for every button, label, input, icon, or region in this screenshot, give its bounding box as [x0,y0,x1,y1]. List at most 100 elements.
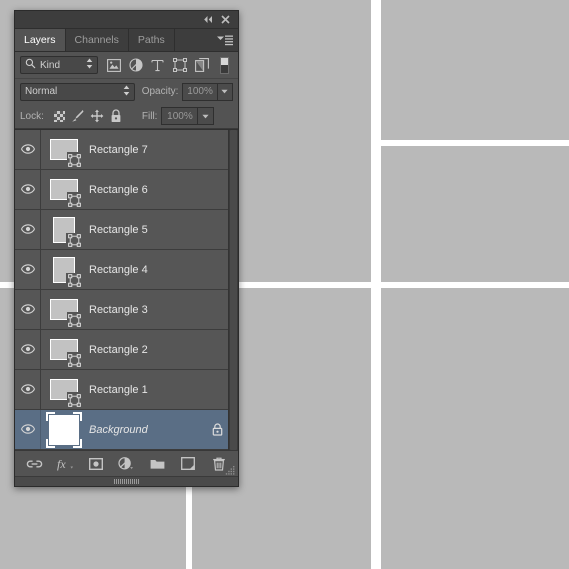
new-layer-icon[interactable] [177,454,199,474]
layer-style-fx-icon[interactable]: fx [54,454,76,474]
type-layer-filter-icon[interactable] [147,55,168,75]
panel-tabstrip[interactable]: Layers Channels Paths [15,29,238,52]
layer-row[interactable]: Rectangle 3 [15,290,228,330]
layer-filter-row[interactable]: Kind [15,52,238,79]
stepper-arrows-icon[interactable] [123,85,130,99]
new-adjustment-layer-icon[interactable] [115,454,137,474]
layer-name[interactable]: Rectangle 3 [87,304,206,316]
layer-name[interactable]: Rectangle 4 [87,264,206,276]
blend-opacity-row[interactable]: Normal Opacity: 100% [15,79,238,104]
layer-visibility-toggle[interactable] [15,250,41,289]
panel-resize-grip[interactable] [225,463,235,475]
layer-row[interactable]: Rectangle 1 [15,370,228,410]
layer-thumbnail-cell[interactable] [41,174,87,207]
tab-label: Channels [74,34,119,46]
filter-kind-label: Kind [40,59,61,71]
layer-visibility-toggle[interactable] [15,410,41,449]
layer-row[interactable]: Rectangle 2 [15,330,228,370]
layer-thumbnail-cell[interactable] [41,294,87,327]
panel-bottom-resize-bar[interactable] [15,476,238,486]
layer-list-scrollbar[interactable] [228,130,238,450]
layer-thumbnail-cell[interactable] [41,374,87,407]
layer-visibility-toggle[interactable] [15,330,41,369]
layer-name[interactable]: Rectangle 7 [87,144,206,156]
layer-thumbnail[interactable] [46,411,82,448]
blend-mode-select[interactable]: Normal [20,82,135,101]
canvas-rectangle[interactable] [381,0,569,140]
opacity-input[interactable]: 100% [182,82,217,101]
vector-mask-badge-icon [68,233,81,247]
layers-panel-footer[interactable]: fx [15,450,238,476]
layer-name[interactable]: Rectangle 6 [87,184,206,196]
stepper-arrows-icon[interactable] [86,58,93,72]
filter-type-icons[interactable] [103,55,212,75]
fill-input[interactable]: 100% [161,107,198,125]
layer-thumbnail-cell[interactable] [41,411,87,448]
layer-thumbnail[interactable] [48,214,81,247]
lock-transparent-pixels-icon[interactable] [50,107,69,125]
tab-label: Paths [137,34,165,46]
layer-visibility-toggle[interactable] [15,370,41,409]
tab-label: Layers [24,34,56,46]
layer-thumbnail-cell[interactable] [41,334,87,367]
eye-icon [20,221,35,239]
layer-lock-icon[interactable] [206,423,228,436]
lock-position-icon[interactable] [88,107,107,125]
layer-thumbnail-cell[interactable] [41,214,87,247]
layer-thumbnail[interactable] [48,374,81,407]
layer-row[interactable]: Rectangle 4 [15,250,228,290]
tab-paths[interactable]: Paths [129,29,175,51]
opacity-value: 100% [187,86,213,97]
layer-row[interactable]: Rectangle 6 [15,170,228,210]
lock-all-icon[interactable] [107,107,126,125]
canvas-rectangle[interactable] [381,288,569,569]
svg-text:fx: fx [57,457,66,471]
layer-thumbnail-cell[interactable] [41,134,87,167]
layer-thumbnail[interactable] [48,294,81,327]
collapse-icon[interactable] [201,13,215,26]
layer-name[interactable]: Rectangle 2 [87,344,206,356]
layer-name[interactable]: Rectangle 1 [87,384,206,396]
layers-panel[interactable]: Layers Channels Paths Kind Normal Opacit… [14,10,239,487]
adjustment-layer-filter-icon[interactable] [125,55,146,75]
layer-thumbnail-cell[interactable] [41,254,87,287]
opacity-dropdown-icon[interactable] [216,82,233,101]
fill-dropdown-icon[interactable] [197,107,215,125]
layer-visibility-toggle[interactable] [15,130,41,169]
layer-thumbnail[interactable] [48,174,81,207]
eye-icon [20,381,35,399]
eye-icon [20,341,35,359]
layer-visibility-toggle[interactable] [15,210,41,249]
filter-kind-select[interactable]: Kind [20,56,98,74]
canvas-rectangle[interactable] [381,146,569,282]
smart-object-filter-icon[interactable] [191,55,212,75]
layer-thumbnail[interactable] [48,334,81,367]
layer-list-container[interactable]: Rectangle 7 Rectangle 6 Rectangle 5 Rectang… [15,129,238,450]
pixel-layer-filter-icon[interactable] [103,55,124,75]
new-group-icon[interactable] [146,454,168,474]
lock-image-pixels-icon[interactable] [69,107,88,125]
link-layers-icon[interactable] [23,454,45,474]
layer-row[interactable]: Background [15,410,228,450]
panel-titlebar[interactable] [15,11,238,29]
blend-mode-value: Normal [25,86,58,97]
layer-visibility-toggle[interactable] [15,170,41,209]
layer-row[interactable]: Rectangle 5 [15,210,228,250]
lock-row[interactable]: Lock: Fill: 100% [15,104,238,129]
layer-thumbnail[interactable] [48,134,81,167]
layer-row[interactable]: Rectangle 7 [15,130,228,170]
panel-menu-icon[interactable] [216,33,234,47]
shape-layer-filter-icon[interactable] [169,55,190,75]
filter-toggle-switch[interactable] [220,56,229,74]
add-layer-mask-icon[interactable] [85,454,107,474]
vector-mask-badge-icon [68,193,81,207]
layer-name[interactable]: Rectangle 5 [87,224,206,236]
layer-name[interactable]: Background [87,424,206,436]
tab-layers[interactable]: Layers [15,29,66,51]
layer-list[interactable]: Rectangle 7 Rectangle 6 Rectangle 5 Rectang… [15,130,228,450]
layer-visibility-toggle[interactable] [15,290,41,329]
scrollbar-thumb[interactable] [230,130,237,450]
close-icon[interactable] [218,13,232,26]
layer-thumbnail[interactable] [48,254,81,287]
tab-channels[interactable]: Channels [66,29,129,51]
